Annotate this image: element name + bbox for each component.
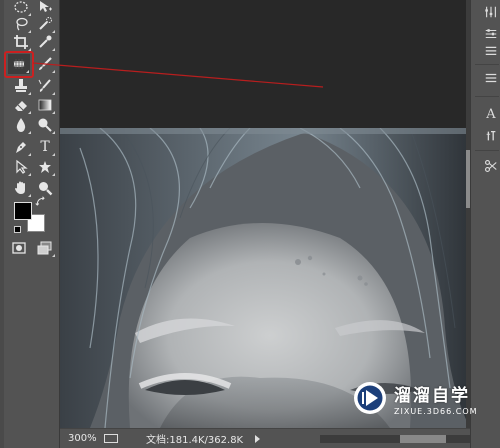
history-brush-tool[interactable] [34, 76, 56, 96]
ellipse-icon [14, 1, 28, 13]
move-icon [40, 1, 52, 12]
panel-divider [475, 64, 499, 65]
hand-tool[interactable] [10, 178, 32, 198]
blur-tool[interactable] [10, 115, 32, 135]
pen-icon [16, 142, 26, 153]
eyedropper-tool[interactable] [34, 32, 56, 52]
blur-icon [16, 118, 26, 132]
dodge-tool[interactable] [34, 115, 56, 135]
quick-selection-tool[interactable] [34, 14, 56, 34]
brush-icon [39, 57, 52, 70]
shape-icon [39, 161, 51, 173]
photoshop-window: T A 300% 文档:181.4K/362.8K 溜溜自学 ZIXUE.3D6… [0, 0, 500, 448]
pen-tool[interactable] [10, 137, 32, 157]
document-size: 文档:181.4K/362.8K [146, 435, 244, 446]
crop-icon [14, 35, 28, 49]
crop-tool[interactable] [10, 32, 32, 52]
quick-mask-icon [12, 242, 26, 254]
tools-panel: T [0, 0, 60, 448]
eraser-icon [15, 101, 27, 111]
horizontal-scrollbar[interactable] [320, 435, 470, 443]
foreground-color-swatch[interactable] [14, 202, 32, 220]
dodge-icon [38, 118, 52, 132]
quick-mask-button[interactable] [8, 238, 30, 258]
selected-tool-highlight [4, 51, 34, 78]
document-canvas[interactable] [60, 0, 470, 428]
horizontal-scroll-thumb[interactable] [400, 435, 446, 443]
brush-tool[interactable] [34, 54, 56, 74]
eraser-tool[interactable] [10, 95, 32, 115]
sliders-icon[interactable] [483, 26, 499, 42]
path-selection-tool[interactable] [10, 157, 32, 177]
watermark: 溜溜自学 ZIXUE.3D66.COM [352, 380, 478, 416]
lasso-icon [16, 17, 28, 31]
hand-icon [15, 181, 25, 194]
swap-arrows-icon [35, 196, 45, 206]
clone-stamp-tool[interactable] [10, 76, 32, 96]
adjust-icon[interactable] [483, 4, 499, 20]
watermark-title: 溜溜自学 [394, 385, 470, 406]
default-colors-button[interactable] [14, 226, 21, 233]
eyedropper-icon [39, 35, 52, 48]
screen-mode-button[interactable] [34, 238, 56, 258]
magic-wand-icon [39, 17, 52, 30]
gradient-icon [38, 99, 52, 111]
panel-divider [475, 150, 499, 151]
status-bar: 300% 文档:181.4K/362.8K [60, 428, 470, 448]
screen-mode-icon [37, 241, 52, 255]
play-logo-icon [354, 382, 386, 414]
scissors-icon[interactable] [483, 158, 499, 174]
watermark-subtitle: ZIXUE.3D66.COM [394, 406, 478, 416]
layers-icon[interactable] [483, 42, 499, 58]
swap-colors-button[interactable] [35, 196, 47, 208]
paragraph-icon[interactable] [483, 70, 499, 86]
character-icon[interactable] [483, 128, 499, 144]
status-menu-arrow-icon[interactable] [255, 434, 261, 443]
type-panel-icon[interactable]: A [483, 106, 499, 122]
type-icon: T [40, 139, 50, 155]
lasso-tool[interactable] [10, 14, 32, 34]
custom-shape-tool[interactable] [34, 157, 56, 177]
gradient-tool[interactable] [34, 95, 56, 115]
history-brush-icon [38, 79, 51, 92]
panel-divider [475, 96, 499, 97]
type-tool[interactable]: T [34, 137, 56, 157]
zoom-level[interactable]: 300% [68, 433, 98, 444]
stamp-icon [15, 79, 27, 92]
document-info-icon[interactable] [104, 434, 118, 443]
arrow-icon [16, 159, 28, 174]
